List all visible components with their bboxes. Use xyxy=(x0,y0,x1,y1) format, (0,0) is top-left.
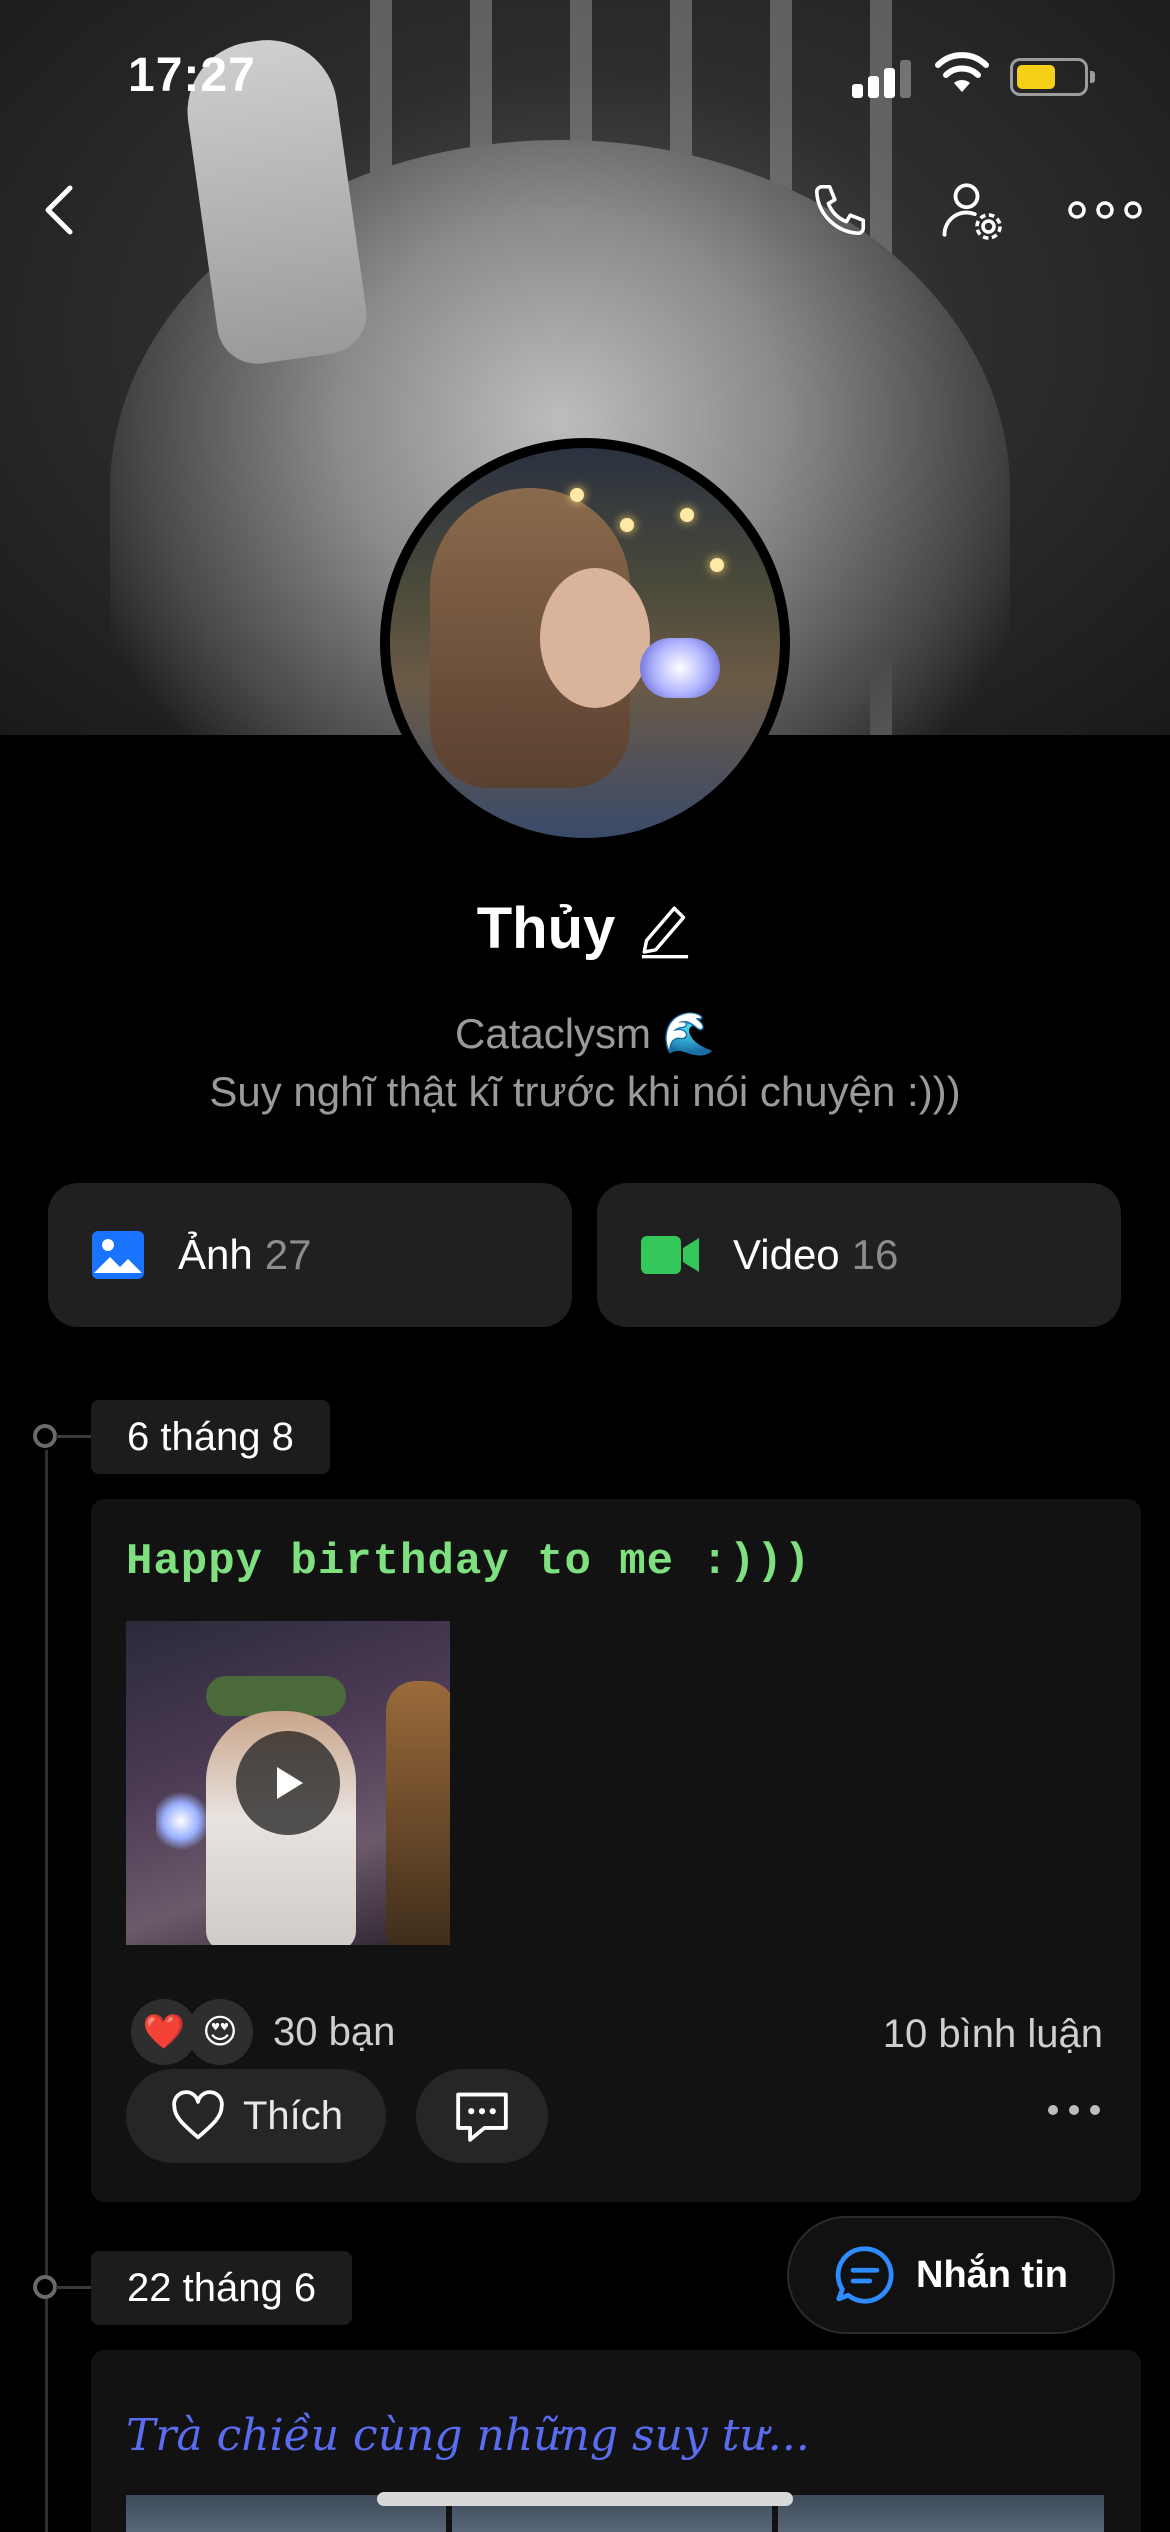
phone-icon xyxy=(814,184,866,236)
image-icon xyxy=(92,1231,144,1279)
comment-bubble-icon xyxy=(456,2092,508,2142)
avatar[interactable] xyxy=(380,438,790,848)
like-button[interactable]: Thích xyxy=(126,2069,386,2163)
cellular-signal-icon xyxy=(852,58,912,98)
bio-line-2: Suy nghĩ thật kĩ trước khi nói chuyện :)… xyxy=(209,1068,961,1115)
timeline-line xyxy=(45,1450,48,2532)
pencil-icon[interactable] xyxy=(637,899,693,959)
profile-name: Thủy xyxy=(476,896,616,961)
post-photo[interactable] xyxy=(778,2495,1104,2532)
battery-fill xyxy=(1017,65,1055,89)
more-button[interactable] xyxy=(1065,170,1145,250)
chevron-left-icon xyxy=(45,185,73,235)
status-bar: 17:27 xyxy=(0,0,1170,150)
profile-name-row: Thủy xyxy=(0,895,1170,962)
home-indicator[interactable] xyxy=(377,2492,793,2506)
timeline-dot xyxy=(33,1424,57,1448)
status-time: 17:27 xyxy=(128,49,256,102)
date-chip: 6 tháng 8 xyxy=(91,1400,330,1474)
post-text: Happy birthday to me :))) xyxy=(126,1537,812,1587)
photos-label: Ảnh xyxy=(178,1231,253,1278)
call-button[interactable] xyxy=(800,170,880,250)
comment-button[interactable] xyxy=(416,2069,548,2163)
videos-label: Video xyxy=(733,1231,840,1278)
post-text: Trà chiều cùng những suy tư... xyxy=(126,2410,810,2461)
reaction-count: 30 bạn xyxy=(273,2009,396,2054)
date-chip: 22 tháng 6 xyxy=(91,2251,353,2325)
chat-bubble-icon xyxy=(835,2246,894,2304)
battery-icon xyxy=(1010,58,1095,96)
timeline-connector xyxy=(56,2286,92,2289)
post-card[interactable]: Happy birthday to me :))) ❤️ 😍 30 bạn 10… xyxy=(91,1499,1141,2202)
heart-icon xyxy=(172,2090,224,2140)
photos-button[interactable]: Ảnh 27 xyxy=(48,1183,572,1327)
back-button[interactable] xyxy=(20,170,100,250)
videos-button[interactable]: Video 16 xyxy=(597,1183,1121,1327)
timeline-dot xyxy=(33,2275,57,2299)
user-gear-icon xyxy=(942,183,1002,240)
profile-settings-button[interactable] xyxy=(932,170,1012,250)
message-label: Nhắn tin xyxy=(916,2253,1068,2296)
comment-count[interactable]: 10 bình luận xyxy=(883,2012,1103,2057)
photos-count: 27 xyxy=(264,1231,312,1278)
message-button[interactable]: Nhắn tin xyxy=(787,2216,1115,2334)
more-dots-icon xyxy=(1068,201,1142,219)
bio-line-1: Cataclysm 🌊 xyxy=(455,1010,715,1057)
video-camera-icon xyxy=(641,1236,699,1274)
reactions-summary[interactable]: ❤️ 😍 30 bạn xyxy=(131,1999,395,2065)
post-video-thumbnail[interactable] xyxy=(126,1621,450,1945)
post-more-icon[interactable] xyxy=(1047,2103,1101,2117)
wifi-icon xyxy=(935,52,989,92)
play-icon[interactable] xyxy=(236,1731,340,1835)
timeline-connector xyxy=(56,1435,92,1438)
videos-count: 16 xyxy=(851,1231,899,1278)
like-label: Thích xyxy=(242,2093,344,2138)
heart-eyes-reaction-icon: 😍 xyxy=(187,1999,253,2065)
avatar-photo xyxy=(390,448,780,838)
